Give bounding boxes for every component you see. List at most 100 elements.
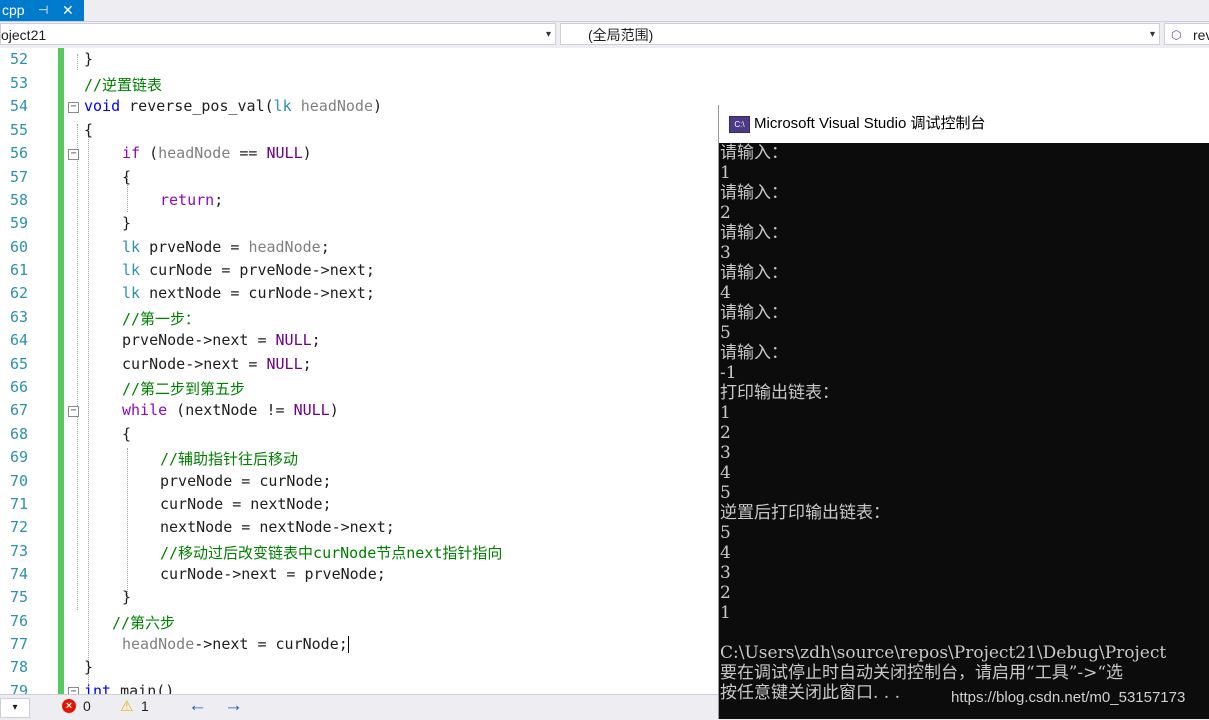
code-line: { bbox=[122, 168, 132, 186]
line-number: 59 bbox=[9, 214, 28, 232]
indent-guide bbox=[77, 124, 78, 610]
console-title-bar[interactable]: C:\ Microsoft Visual Studio 调试控制台 bbox=[719, 105, 1209, 143]
change-margin bbox=[58, 48, 64, 694]
line-number: 58 bbox=[9, 191, 28, 209]
console-line: 要在调试停止时自动关闭控制台，请启用“工具”->“选 bbox=[720, 663, 1124, 683]
line-number: 54 bbox=[9, 97, 28, 115]
console-line: 请输入： bbox=[720, 263, 788, 283]
collapse-icon[interactable]: − bbox=[68, 406, 79, 417]
chevron-down-icon[interactable]: ▾ bbox=[1150, 24, 1155, 46]
line-number: 74 bbox=[9, 565, 28, 583]
console-line: 请输入： bbox=[720, 143, 788, 163]
project-dropdown[interactable]: oject21 ▾ bbox=[0, 23, 556, 45]
line-number: 69 bbox=[9, 448, 28, 466]
document-tab-strip: cpp ⊣ ✕ bbox=[0, 0, 1209, 22]
line-number: 68 bbox=[9, 425, 28, 443]
console-line: 3 bbox=[720, 443, 731, 463]
console-line: 5 bbox=[720, 523, 731, 543]
code-line: nextNode = nextNode->next; bbox=[160, 518, 395, 536]
console-line: 请输入： bbox=[720, 343, 788, 363]
console-line: 请输入： bbox=[720, 183, 788, 203]
console-line: 4 bbox=[720, 543, 731, 563]
zoom-dropdown[interactable]: ▾ bbox=[0, 698, 30, 718]
code-line: //第一步： bbox=[122, 310, 201, 328]
line-number: 79 bbox=[9, 682, 28, 694]
console-line: 逆置后打印输出链表： bbox=[720, 503, 890, 523]
code-line: } bbox=[122, 588, 132, 606]
indent-guide bbox=[127, 448, 128, 598]
line-number: 52 bbox=[9, 50, 28, 68]
navigate-forward-icon[interactable]: → bbox=[224, 695, 243, 717]
text-caret bbox=[347, 636, 349, 653]
console-line: 2 bbox=[720, 423, 731, 443]
navigate-back-icon[interactable]: ← bbox=[188, 695, 207, 717]
console-app-icon: C:\ bbox=[729, 116, 750, 133]
console-line: 按任意键关闭此窗口. . . bbox=[720, 683, 901, 703]
console-line: 2 bbox=[720, 583, 731, 603]
console-line: 1 bbox=[720, 163, 731, 183]
code-line: //第二步到第五步 bbox=[122, 380, 246, 398]
code-line: headNode->next = curNode; bbox=[122, 635, 349, 653]
pin-icon[interactable]: ⊣ bbox=[38, 0, 48, 21]
console-line: 5 bbox=[720, 483, 731, 503]
line-number: 70 bbox=[9, 472, 28, 490]
code-line: int main() bbox=[84, 682, 175, 694]
line-number: 73 bbox=[9, 542, 28, 560]
line-number: 67 bbox=[9, 401, 28, 419]
code-line: } bbox=[84, 50, 94, 68]
line-number: 78 bbox=[9, 658, 28, 676]
line-number: 55 bbox=[9, 121, 28, 139]
console-line: 1 bbox=[720, 603, 731, 623]
code-line: } bbox=[84, 658, 94, 676]
member-dropdown[interactable]: ⬡ rev bbox=[1164, 23, 1209, 45]
collapse-icon[interactable]: − bbox=[68, 149, 79, 160]
console-line: 2 bbox=[720, 203, 731, 223]
project-dropdown-value: oject21 bbox=[1, 27, 47, 43]
line-number: 71 bbox=[9, 495, 28, 513]
error-icon[interactable]: × bbox=[62, 699, 76, 713]
line-number: 57 bbox=[9, 168, 28, 186]
member-dropdown-value: rev bbox=[1193, 27, 1209, 43]
document-tab[interactable]: cpp ⊣ ✕ bbox=[0, 0, 84, 21]
console-line: 5 bbox=[720, 323, 731, 343]
code-line: void reverse_pos_val(lk headNode) bbox=[84, 97, 383, 115]
scope-dropdown-value: (全局范围) bbox=[588, 27, 654, 43]
code-line: prveNode->next = NULL; bbox=[122, 331, 321, 349]
code-line: while (nextNode != NULL) bbox=[122, 401, 339, 419]
code-line: { bbox=[122, 425, 132, 443]
line-number: 66 bbox=[9, 378, 28, 396]
line-number: 63 bbox=[9, 308, 28, 326]
close-icon[interactable]: ✕ bbox=[62, 0, 74, 21]
error-count[interactable]: 0 bbox=[83, 698, 91, 714]
console-line: 请输入： bbox=[720, 223, 788, 243]
code-line: //移动过后改变链表中curNode节点next指针指向 bbox=[160, 544, 503, 562]
console-line: 请输入： bbox=[720, 303, 788, 323]
line-number: 62 bbox=[9, 284, 28, 302]
collapse-icon[interactable]: − bbox=[68, 102, 79, 113]
navigation-bar: oject21 ▾ (全局范围) ▾ ⬡ rev bbox=[0, 22, 1209, 48]
code-line: //逆置链表 bbox=[84, 76, 163, 94]
code-line: lk nextNode = curNode->next; bbox=[122, 284, 375, 302]
tab-title[interactable]: cpp bbox=[2, 0, 25, 21]
code-line: //第六步 bbox=[112, 614, 176, 632]
code-line: if (headNode == NULL) bbox=[122, 144, 312, 162]
indent-guide bbox=[77, 54, 78, 70]
code-line: //辅助指针往后移动 bbox=[160, 450, 299, 468]
warning-icon[interactable]: ⚠ bbox=[120, 697, 133, 715]
code-line: lk curNode = prveNode->next; bbox=[122, 261, 375, 279]
console-line: 4 bbox=[720, 283, 731, 303]
method-icon: ⬡ bbox=[1171, 28, 1182, 42]
line-number: 61 bbox=[9, 261, 28, 279]
warning-count[interactable]: 1 bbox=[141, 698, 149, 714]
line-number: 56 bbox=[9, 144, 28, 162]
console-line: 3 bbox=[720, 563, 731, 583]
collapse-icon[interactable]: − bbox=[68, 687, 79, 694]
chevron-down-icon[interactable]: ▾ bbox=[546, 24, 551, 46]
code-line: curNode->next = prveNode; bbox=[160, 565, 386, 583]
line-number: 60 bbox=[9, 238, 28, 256]
line-number: 65 bbox=[9, 355, 28, 373]
code-line: curNode->next = NULL; bbox=[122, 355, 312, 373]
console-line: C:\Users\zdh\source\repos\Project21\Debu… bbox=[720, 643, 1167, 663]
debug-console-window[interactable]: C:\ Microsoft Visual Studio 调试控制台 请输入： 1 请… bbox=[718, 105, 1209, 719]
scope-dropdown[interactable]: (全局范围) ▾ bbox=[560, 23, 1160, 45]
